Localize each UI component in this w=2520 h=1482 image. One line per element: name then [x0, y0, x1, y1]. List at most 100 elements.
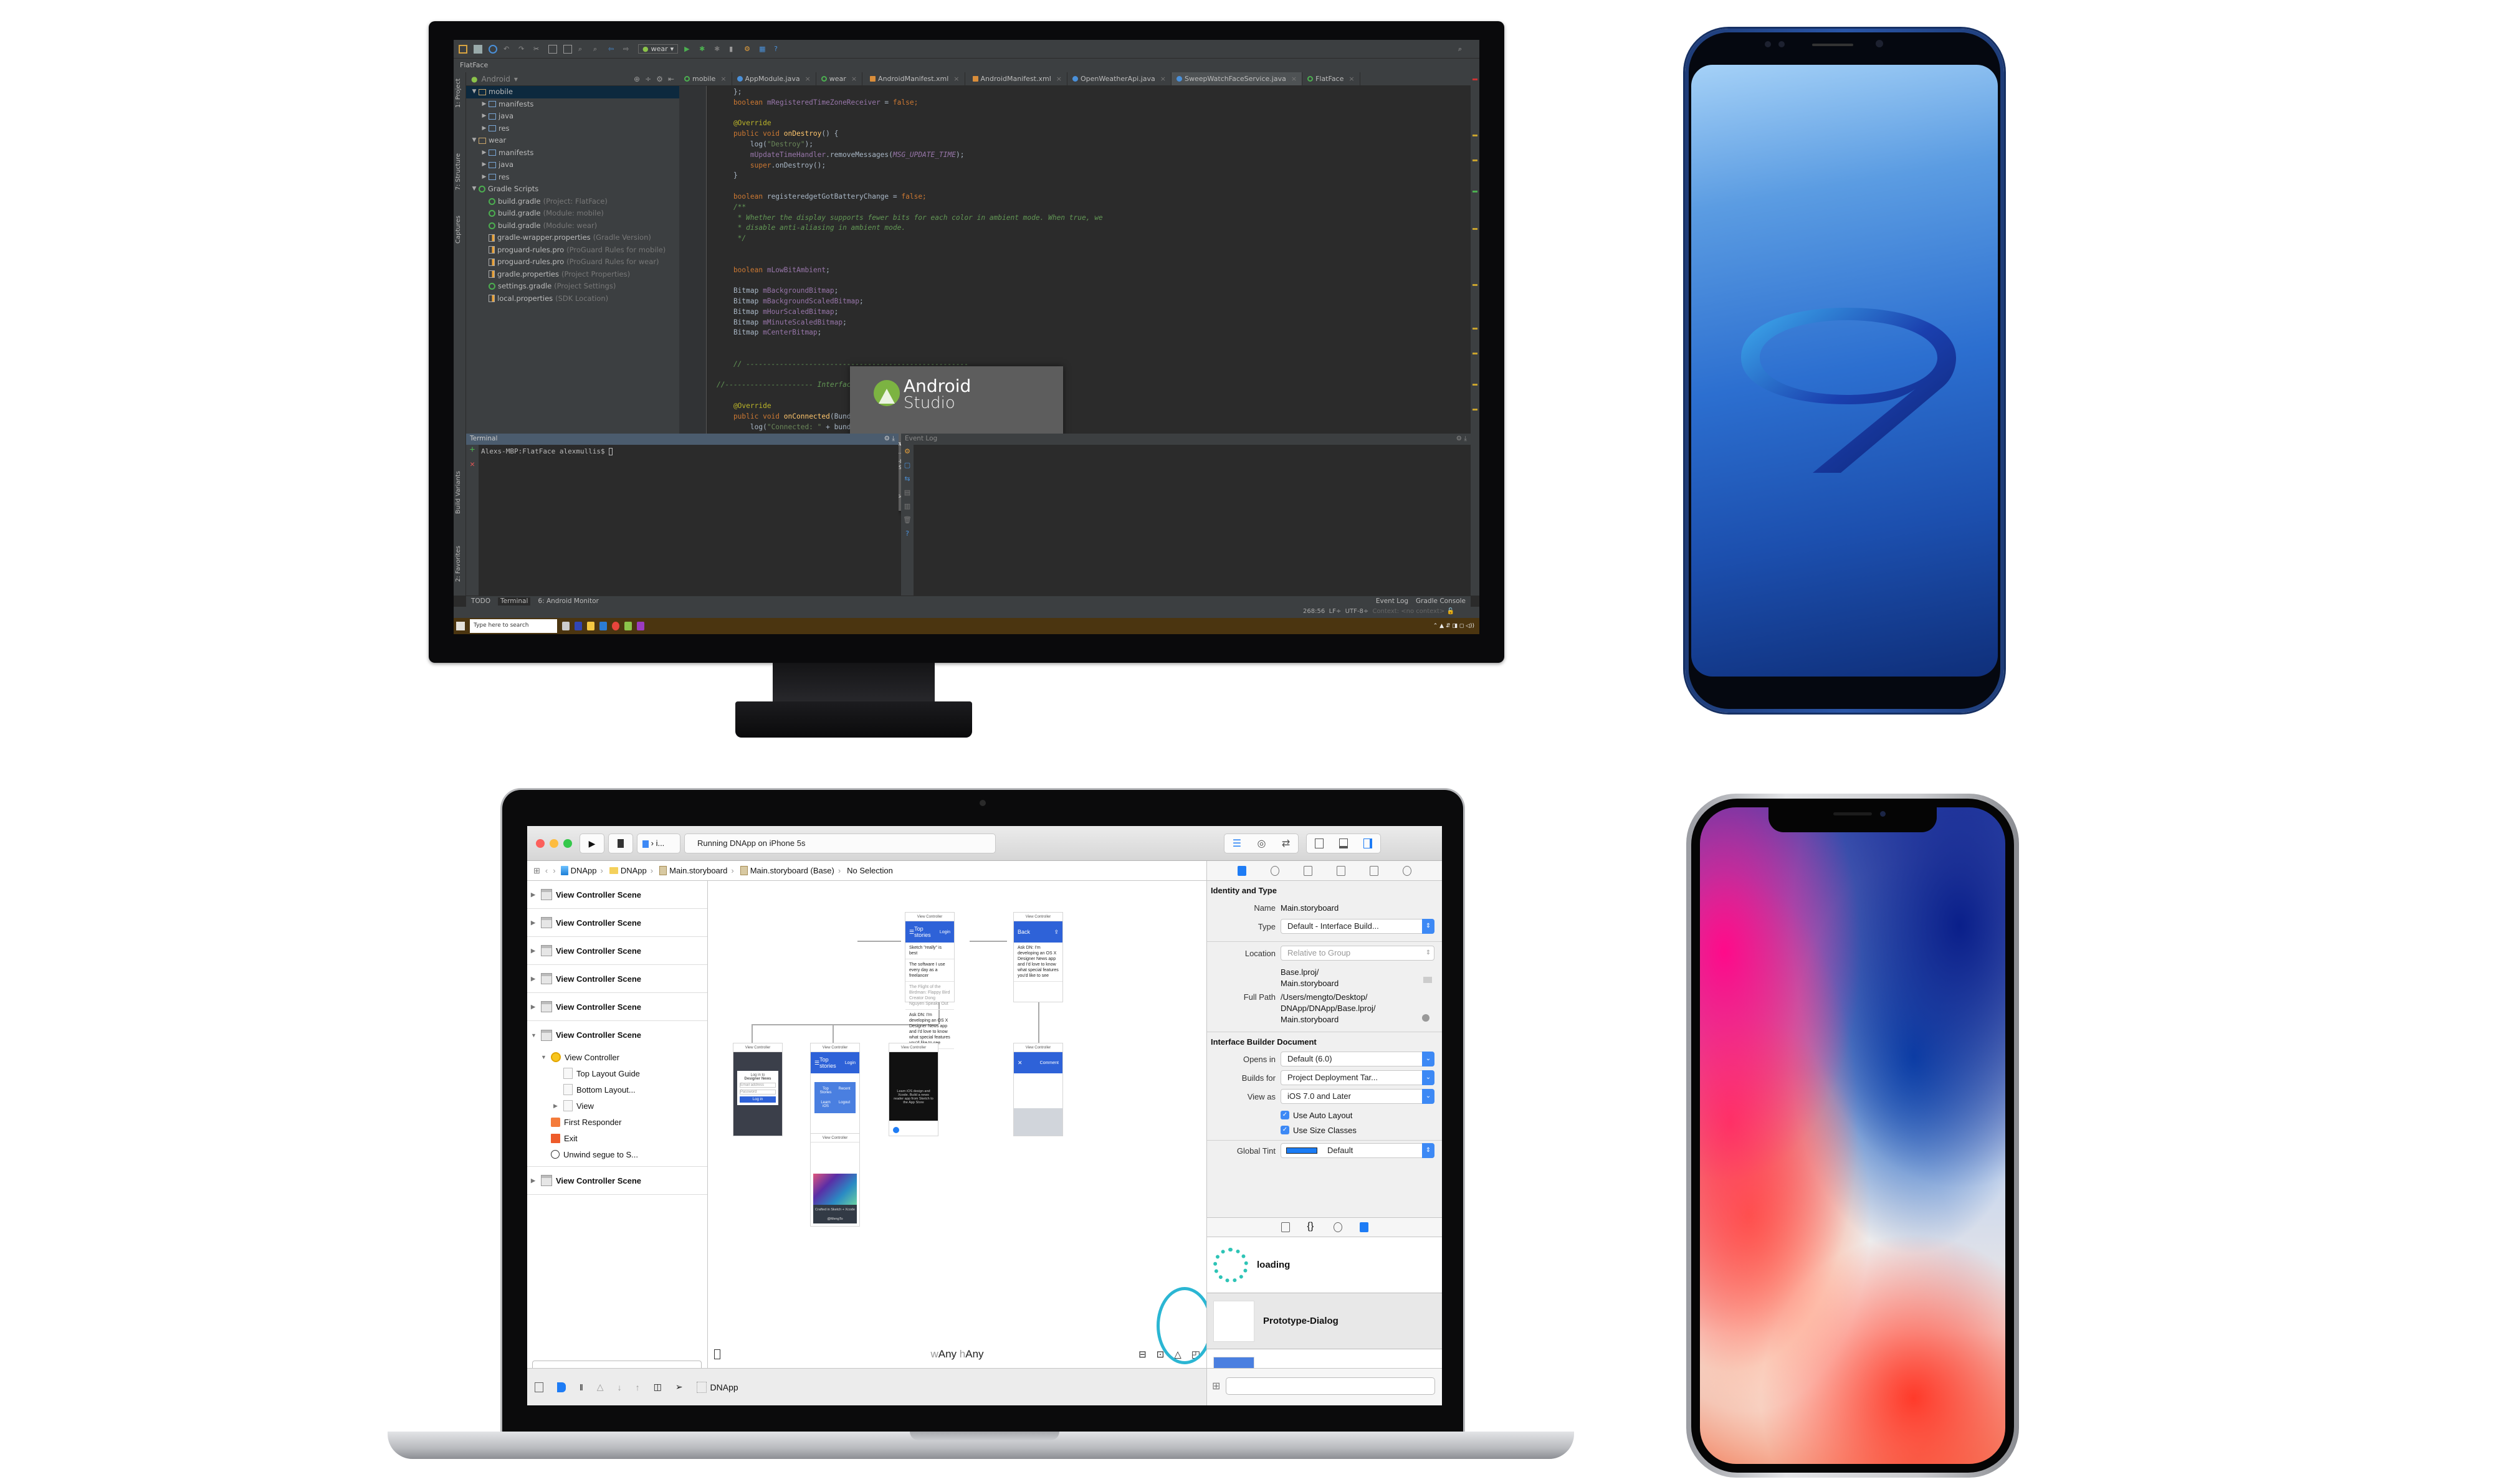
android-studio-taskbar-icon[interactable] — [624, 622, 632, 630]
pause-icon[interactable]: ‖ — [580, 1382, 583, 1392]
system-tray[interactable]: ⌃ ▲ ⇵ ◨ ◻ ◁)) — [1433, 623, 1479, 629]
disclosure-arrow-icon[interactable]: ▶ — [553, 1103, 560, 1109]
help-icon[interactable]: ? — [774, 45, 783, 54]
connections-inspector-icon[interactable] — [1402, 865, 1411, 876]
outline-item[interactable]: ▶ View — [527, 1098, 707, 1114]
segue-arrow[interactable] — [752, 1024, 753, 1043]
outline-item[interactable]: Bottom Layout... — [527, 1081, 707, 1098]
cut-icon[interactable]: ✂ — [533, 45, 542, 54]
scene-about[interactable]: View Controller Crafted in Sketch + Xcod… — [810, 1133, 860, 1227]
project-tree-item[interactable]: settings.gradle (Project Settings) — [466, 280, 679, 293]
project-tree-item[interactable]: build.gradle (Module: wear) — [466, 220, 679, 232]
debug-area-toggle-icon[interactable] — [1339, 838, 1348, 848]
project-tree-item[interactable]: build.gradle (Module: mobile) — [466, 207, 679, 220]
step-into-icon[interactable]: ↓ — [618, 1382, 622, 1392]
collapse-all-icon[interactable]: ÷ — [645, 75, 651, 83]
storyboard-canvas[interactable]: View Controller ☰ Top stories Login Sketch… — [708, 881, 1206, 1368]
collapsed-arrow-icon[interactable]: ▶ — [531, 948, 537, 954]
collapsed-arrow-icon[interactable]: ▶ — [531, 919, 537, 926]
target-selector[interactable]: DNApp — [696, 1381, 738, 1393]
scene-article[interactable]: View Controller Back ⇪ Ask DN: I'm develo… — [1013, 912, 1063, 1002]
opens-in-popup[interactable]: Default (6.0) ⌄ — [1281, 1052, 1434, 1066]
warning-marker[interactable] — [1472, 159, 1477, 161]
tab-terminal[interactable]: Terminal — [498, 597, 531, 606]
library-item[interactable]: loading — [1207, 1237, 1442, 1293]
collapsed-arrow-icon[interactable]: ▶ — [531, 1004, 537, 1010]
outlook-icon[interactable] — [599, 622, 607, 630]
tool-tab-structure[interactable]: 7: Structure — [455, 153, 462, 190]
navigator-toggle-icon[interactable] — [1314, 838, 1324, 848]
search-everywhere-icon[interactable]: ⌕ — [1458, 45, 1467, 54]
warning-marker[interactable] — [1472, 384, 1477, 386]
warning-marker[interactable] — [1472, 284, 1477, 286]
help-icon[interactable]: ? — [901, 527, 914, 541]
editor-mode-segment[interactable]: ☰ ◎ ⇄ — [1224, 834, 1299, 853]
project-tree-item[interactable]: proguard-rules.pro (ProGuard Rules for mo… — [466, 244, 679, 257]
tab-todo[interactable]: TODO — [471, 597, 490, 606]
run-button[interactable]: ▶ — [580, 834, 604, 853]
editor-tab[interactable]: FlatFace × — [1302, 72, 1360, 85]
ok-marker[interactable] — [1472, 191, 1477, 192]
view-toggle-segment[interactable] — [1306, 834, 1381, 853]
outline-item[interactable]: Exit — [527, 1130, 707, 1146]
settings-gear-icon[interactable]: ⚙ — [656, 75, 663, 83]
file-name-field[interactable]: Main.storyboard — [1281, 900, 1442, 914]
copy-icon[interactable] — [548, 44, 557, 54]
segue-arrow[interactable] — [1038, 999, 1039, 1043]
editor-tab[interactable]: SweepWatchFaceService.java × — [1172, 72, 1303, 85]
line-separator[interactable]: LF÷ — [1329, 608, 1342, 615]
outline-scene-row[interactable]: ▶ View Controller Scene — [527, 1167, 707, 1195]
crumb-group[interactable]: DNApp › — [609, 866, 654, 875]
project-tree-item[interactable]: local.properties (SDK Location) — [466, 293, 679, 305]
collapsed-arrow-icon[interactable]: ▶ — [480, 171, 489, 184]
scroll-end-icon[interactable]: ▤ — [901, 486, 914, 500]
close-tab-icon[interactable]: × — [953, 75, 959, 83]
warning-marker[interactable] — [1472, 353, 1477, 354]
tool-tab-captures[interactable]: Captures — [455, 216, 462, 244]
stop-button[interactable] — [608, 834, 633, 853]
identity-inspector-icon[interactable] — [1304, 865, 1313, 876]
warning-marker[interactable] — [1472, 228, 1477, 230]
collapsed-arrow-icon[interactable]: ▶ — [480, 159, 489, 171]
step-out-icon[interactable]: ↑ — [636, 1382, 640, 1392]
collapsed-arrow-icon[interactable]: ▶ — [480, 123, 489, 135]
collapsed-arrow-icon[interactable]: ▶ — [480, 147, 489, 159]
collapsed-arrow-icon[interactable]: ▶ — [531, 976, 537, 982]
crumb-selection[interactable]: No Selection — [847, 866, 893, 875]
minimize-window-button[interactable] — [550, 839, 558, 848]
crumb-storyboard[interactable]: Main.storyboard › — [659, 866, 735, 875]
location-popup[interactable]: Relative to Group ⇕ — [1281, 946, 1434, 961]
forward-icon[interactable]: ⇨ — [623, 45, 632, 54]
size-class-control[interactable]: wAny hAny — [930, 1348, 983, 1361]
editor-tab[interactable]: AppModule.java × — [732, 72, 816, 85]
standard-editor-icon[interactable]: ☰ — [1233, 837, 1241, 850]
print-icon[interactable]: ▥ — [901, 500, 914, 513]
expanded-arrow-icon[interactable]: ▼ — [470, 86, 479, 98]
task-view-icon[interactable] — [562, 622, 570, 630]
close-window-button[interactable] — [536, 839, 545, 848]
align-icon[interactable]: ⊟ — [1138, 1349, 1147, 1360]
windows-start-icon[interactable] — [456, 622, 465, 630]
mark-read-icon[interactable]: ▢ — [901, 458, 914, 472]
sdk-manager-icon[interactable]: ▦ — [759, 45, 768, 54]
sync-icon[interactable] — [489, 44, 497, 54]
library-item[interactable]: Prototype-Menu — [1207, 1349, 1442, 1368]
outline-scene-row[interactable]: ▼ View Controller Scene — [527, 1021, 707, 1049]
terminal-panel[interactable]: + ✕ Alexs-MBP:FlatFace alexmullis$ — [466, 445, 899, 596]
view-as-popup[interactable]: iOS 7.0 and Later ⌄ — [1281, 1089, 1434, 1104]
library-filter-field[interactable] — [1226, 1377, 1435, 1395]
collapsed-arrow-icon[interactable]: ▶ — [480, 110, 489, 123]
open-folder-icon[interactable] — [459, 44, 467, 54]
file-explorer-icon[interactable] — [587, 622, 594, 630]
size-inspector-icon[interactable] — [1369, 865, 1378, 876]
outline-scene-row[interactable]: ▶ View Controller Scene — [527, 937, 707, 965]
scene-menu[interactable]: View Controller ☰ Top stories Login Top St… — [810, 1043, 860, 1136]
replace-icon[interactable]: ⌕ — [593, 45, 602, 54]
utilities-toggle-icon[interactable] — [1363, 838, 1373, 848]
object-library-icon[interactable] — [1333, 1222, 1342, 1232]
paste-icon[interactable] — [563, 44, 572, 54]
editor-tab[interactable]: OpenWeatherApi.java × — [1067, 72, 1172, 85]
quick-help-icon[interactable] — [1271, 865, 1280, 876]
file-inspector-icon[interactable] — [1238, 865, 1247, 876]
use-auto-layout-checkbox[interactable]: ✓ Use Auto Layout — [1281, 1108, 1442, 1123]
